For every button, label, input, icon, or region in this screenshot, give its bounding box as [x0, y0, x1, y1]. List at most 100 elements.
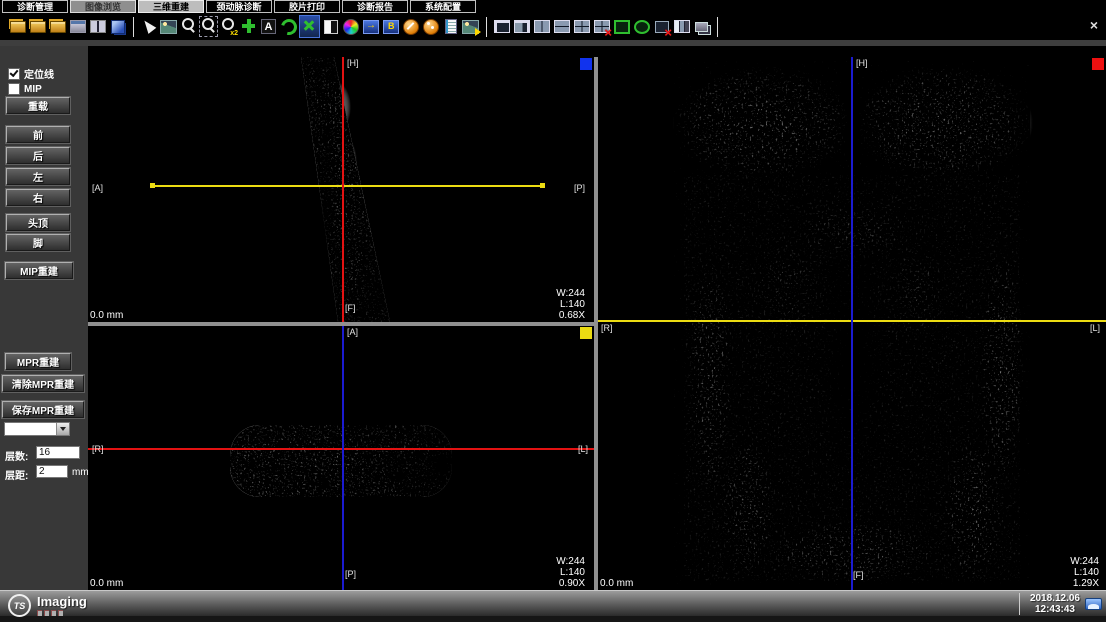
open-study-folder-icon[interactable]: [8, 16, 27, 37]
layer-spacing-unit: mm: [72, 467, 89, 478]
zoom-scale-value: 0.68X: [556, 310, 585, 321]
network-status-icon: [1085, 598, 1102, 610]
toolbar-icons: [8, 15, 723, 38]
horizontal-panel-divider[interactable]: [88, 322, 594, 326]
zoom-region-icon[interactable]: [199, 16, 218, 37]
batch-process-icon[interactable]: [381, 16, 400, 37]
sagittal-mip-range-line[interactable]: [152, 185, 544, 187]
volume-load-icon[interactable]: [108, 16, 127, 37]
refresh-icon[interactable]: [279, 16, 298, 37]
report-icon[interactable]: [441, 16, 460, 37]
orientation-left-label: [R]: [92, 444, 104, 454]
layer-count-label: 层数:: [5, 448, 28, 463]
layout-clear-icon[interactable]: [592, 16, 611, 37]
mip-checkbox[interactable]: [8, 83, 20, 95]
viewport-coronal[interactable]: [H] [R] [L] [F] 0.0 mm W:244 L:140 1.29X: [598, 57, 1106, 590]
window-level-icon[interactable]: [321, 16, 340, 37]
menu-bar: 诊断管理 图像浏览 三维重建 颈动脉诊断 胶片打印 诊断报告 系统配置: [0, 0, 1106, 13]
mip-checkbox-row[interactable]: MIP: [8, 83, 42, 95]
viewport-sagittal[interactable]: [H] [A] [P] [F] 0.0 mm W:244 L:140 0.68X: [88, 57, 594, 322]
toolbar-separator: [133, 17, 134, 37]
toolbar: ×: [0, 13, 1106, 40]
vertical-panel-divider[interactable]: [594, 57, 598, 590]
sagittal-mri-image: [88, 57, 594, 322]
roi-ellipse-icon[interactable]: [632, 16, 651, 37]
zoom-tool-icon[interactable]: [179, 16, 198, 37]
tab-image-browse[interactable]: 图像浏览: [70, 0, 136, 13]
active-corner-marker: [1092, 58, 1104, 70]
mip-range-right-handle[interactable]: [540, 183, 545, 188]
active-corner-marker: [580, 58, 592, 70]
pan-tool-icon[interactable]: [239, 16, 258, 37]
layout-columns-icon[interactable]: [532, 16, 551, 37]
layer-count-input[interactable]: [36, 446, 80, 459]
zoom-x2-icon[interactable]: [219, 16, 238, 37]
mpr-rebuild-button[interactable]: MPR重建: [5, 353, 71, 370]
import-folder-icon[interactable]: [48, 16, 67, 37]
app-logo: TS Imaging: [8, 594, 87, 617]
head-button[interactable]: 头顶: [6, 214, 70, 231]
window-image-icon[interactable]: [159, 16, 178, 37]
slice-offset-text: 0.0 mm: [90, 578, 123, 589]
layout-1x1-icon[interactable]: [492, 16, 511, 37]
axial-crosshair-horizontal[interactable]: [88, 448, 594, 450]
right-button[interactable]: 右: [6, 189, 70, 206]
clear-mpr-button[interactable]: 清除MPR重建: [2, 375, 84, 392]
save-image-icon[interactable]: [461, 16, 480, 37]
orientation-right-label: [L]: [578, 444, 588, 454]
fit-to-screen-icon[interactable]: [299, 15, 320, 38]
sagittal-crosshair-vertical[interactable]: [342, 57, 344, 322]
color-palette-icon[interactable]: [341, 16, 360, 37]
level-value: L:140: [556, 299, 585, 310]
layout-2x2-icon[interactable]: [572, 16, 591, 37]
layout-1x2-icon[interactable]: [512, 16, 531, 37]
mip-range-left-handle[interactable]: [150, 183, 155, 188]
viewport-axial[interactable]: [A] [R] [L] [P] 0.0 mm W:244 L:140 0.90X: [88, 326, 594, 590]
toolbar-separator: [717, 17, 718, 37]
open-series-folder-icon[interactable]: [28, 16, 47, 37]
layout-vertical-icon[interactable]: [672, 16, 691, 37]
tab-film-print[interactable]: 胶片打印: [274, 0, 340, 13]
layout-rows-icon[interactable]: [552, 16, 571, 37]
layer-spacing-input[interactable]: [36, 465, 68, 478]
left-button[interactable]: 左: [6, 168, 70, 185]
tab-diagnosis-management[interactable]: 诊断管理: [2, 0, 68, 13]
cascade-windows-icon[interactable]: [692, 16, 711, 37]
tab-system-config[interactable]: 系统配置: [410, 0, 476, 13]
save-mpr-button[interactable]: 保存MPR重建: [2, 401, 84, 418]
toolbar-separator: [486, 17, 487, 37]
brand-name: Imaging: [37, 595, 87, 608]
grid-view-icon[interactable]: [68, 16, 87, 37]
roi-rectangle-icon[interactable]: [612, 16, 631, 37]
status-date: 2018.12.06: [1030, 593, 1080, 604]
pointer-tool-icon[interactable]: [139, 16, 158, 37]
front-button[interactable]: 前: [6, 126, 70, 143]
measure-tool-icon[interactable]: [401, 16, 420, 37]
series-link-icon[interactable]: [361, 16, 380, 37]
mip-rebuild-button[interactable]: MIP重建: [5, 262, 73, 279]
level-value: L:140: [556, 567, 585, 578]
zoom-scale-value: 0.90X: [556, 578, 585, 589]
status-time: 12:43:43: [1030, 604, 1080, 615]
orientation-right-label: [L]: [1090, 323, 1100, 333]
dropdown-arrow-icon[interactable]: [56, 423, 69, 435]
split-view-icon[interactable]: [88, 16, 107, 37]
back-button[interactable]: 后: [6, 147, 70, 164]
tab-diagnosis-report[interactable]: 诊断报告: [342, 0, 408, 13]
locator-lines-checkbox[interactable]: [8, 68, 20, 80]
tab-3d-reconstruction[interactable]: 三维重建: [138, 0, 204, 13]
tab-carotid-diagnosis[interactable]: 颈动脉诊断: [206, 0, 272, 13]
foot-button[interactable]: 脚: [6, 234, 70, 251]
reload-button[interactable]: 重载: [6, 97, 70, 114]
annotate-tools-icon[interactable]: [421, 16, 440, 37]
roi-delete-icon[interactable]: [652, 16, 671, 37]
text-annotation-icon[interactable]: [259, 16, 278, 37]
coronal-crosshair-vertical[interactable]: [851, 57, 853, 590]
axial-crosshair-vertical[interactable]: [342, 326, 344, 590]
close-icon[interactable]: ×: [1090, 18, 1098, 32]
window-level-text: W:244 L:140 0.68X: [556, 288, 585, 321]
mpr-preset-value: [5, 423, 56, 435]
locator-lines-checkbox-row[interactable]: 定位线: [8, 66, 54, 81]
mpr-preset-select[interactable]: [4, 422, 70, 436]
window-value: W:244: [1070, 556, 1099, 567]
